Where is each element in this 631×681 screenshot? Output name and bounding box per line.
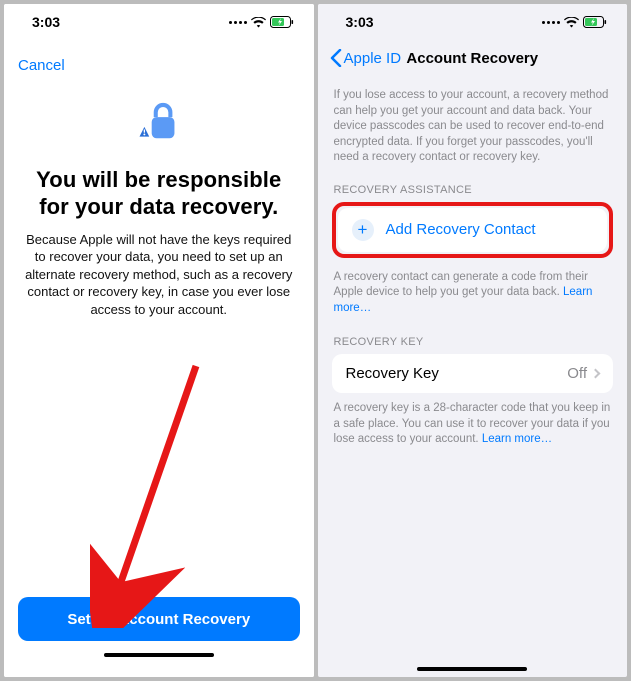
add-recovery-contact-label: Add Recovery Contact bbox=[386, 221, 536, 238]
recovery-key-value-wrap: Off bbox=[567, 365, 599, 382]
cellular-icon bbox=[229, 21, 247, 24]
key-footer: A recovery key is a 28-character code th… bbox=[334, 401, 612, 448]
cell-group-assistance: + Add Recovery Contact bbox=[338, 208, 608, 252]
status-bar: 3:03 bbox=[318, 4, 628, 40]
home-indicator bbox=[104, 653, 214, 657]
lock-alert-icon bbox=[18, 96, 300, 153]
chevron-right-icon bbox=[591, 369, 601, 379]
cancel-button[interactable]: Cancel bbox=[18, 54, 300, 82]
chevron-left-icon bbox=[330, 49, 342, 67]
recovery-key-label: Recovery Key bbox=[346, 365, 439, 382]
cell-group-key: Recovery Key Off bbox=[332, 354, 614, 393]
phone-right: 3:03 Apple ID Account Recovery If you lo… bbox=[318, 4, 628, 677]
annotation-arrow bbox=[90, 358, 210, 628]
body-text: Because Apple will not have the keys req… bbox=[22, 231, 296, 319]
nav-title: Account Recovery bbox=[406, 50, 538, 67]
phone-left: 3:03 Cancel You will be responsible for … bbox=[4, 4, 314, 677]
status-bar: 3:03 bbox=[4, 4, 314, 40]
annotation-highlight: + Add Recovery Contact bbox=[332, 202, 614, 258]
recovery-key-value: Off bbox=[567, 365, 587, 382]
nav-bar: Apple ID Account Recovery bbox=[318, 40, 628, 76]
status-icons bbox=[229, 16, 294, 28]
home-indicator bbox=[417, 667, 527, 671]
battery-icon bbox=[270, 16, 294, 28]
wifi-icon bbox=[564, 17, 579, 28]
settings-body: If you lose access to your account, a re… bbox=[318, 76, 628, 677]
setup-account-recovery-button[interactable]: Set Up Account Recovery bbox=[18, 597, 300, 641]
assistance-footer: A recovery contact can generate a code f… bbox=[334, 270, 612, 317]
section-header-assistance: RECOVERY ASSISTANCE bbox=[334, 184, 612, 196]
headline: You will be responsible for your data re… bbox=[24, 167, 294, 221]
back-button[interactable]: Apple ID bbox=[330, 49, 402, 67]
section-header-key: RECOVERY KEY bbox=[334, 336, 612, 348]
intro-text: If you lose access to your account, a re… bbox=[334, 88, 612, 166]
plus-icon: + bbox=[352, 219, 374, 241]
back-label: Apple ID bbox=[344, 50, 402, 67]
status-time: 3:03 bbox=[32, 14, 60, 30]
cellular-icon bbox=[542, 21, 560, 24]
status-time: 3:03 bbox=[346, 14, 374, 30]
modal-sheet: Cancel You will be responsible for your … bbox=[4, 40, 314, 677]
learn-more-link[interactable]: Learn more… bbox=[482, 433, 552, 445]
wifi-icon bbox=[251, 17, 266, 28]
recovery-key-cell[interactable]: Recovery Key Off bbox=[332, 354, 614, 393]
battery-icon bbox=[583, 16, 607, 28]
add-recovery-contact-cell[interactable]: + Add Recovery Contact bbox=[338, 208, 608, 252]
status-icons bbox=[542, 16, 607, 28]
